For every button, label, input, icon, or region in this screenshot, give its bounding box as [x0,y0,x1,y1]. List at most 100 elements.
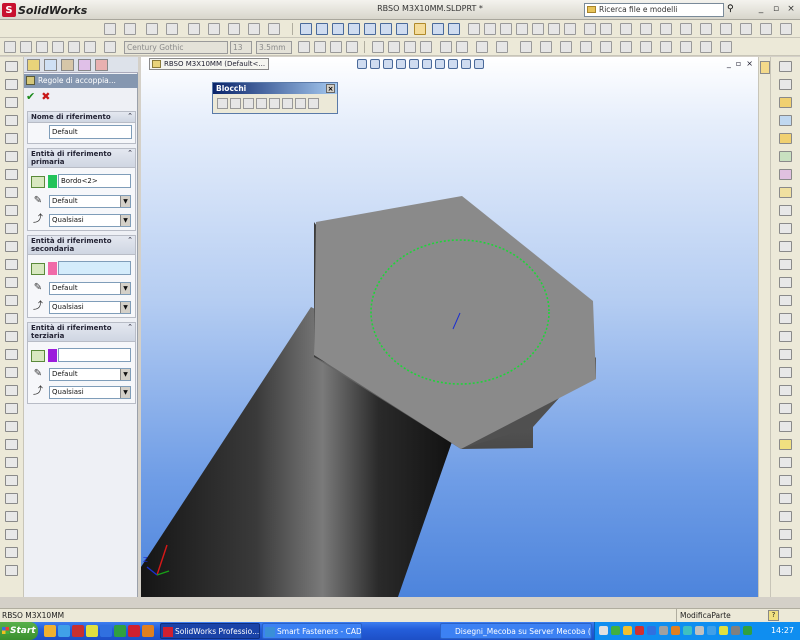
pan-icon[interactable] [332,23,344,35]
zoom-area-icon[interactable] [316,23,328,35]
quicklaunch-app-icon[interactable] [72,625,84,637]
open-file-icon[interactable] [124,23,136,35]
tool-icon-26[interactable] [779,511,792,522]
tray-icon-8[interactable] [683,626,692,635]
shaded-icon[interactable] [414,23,426,35]
fix-tool-icon[interactable] [5,457,18,468]
mirror-tool-icon[interactable] [5,331,18,342]
reference-name-input[interactable]: Default [49,125,132,139]
explode-block-icon[interactable] [295,98,306,109]
layer-icon[interactable] [4,41,16,53]
dropdown-arrow-icon[interactable]: ▼ [120,283,130,294]
pattern-icon[interactable] [700,23,712,35]
tool-icon-28[interactable] [779,547,792,558]
tool-icon-15[interactable] [779,313,792,324]
line-style-icon[interactable] [36,41,48,53]
tool-icon-10[interactable] [779,223,792,234]
task-smart-fasteners[interactable]: Smart Fasteners - CAD3... [262,623,362,639]
print-icon[interactable] [166,23,178,35]
tertiary-type-select[interactable]: Default ▼ [49,368,131,381]
quicklaunch-app2-icon[interactable] [86,625,98,637]
centerline-tool-icon[interactable] [5,223,18,234]
edit-block-icon[interactable] [230,98,241,109]
hide-edge-icon[interactable] [68,41,80,53]
axis-tool-icon[interactable] [5,547,18,558]
scene-icon[interactable] [461,59,471,69]
justify-icon[interactable] [420,41,432,53]
quicklaunch-excel-icon[interactable] [114,625,126,637]
select-icon[interactable] [228,23,240,35]
sketch-entity-icon[interactable] [779,79,792,90]
file-explorer-icon[interactable] [779,133,792,144]
font-size-select[interactable]: 13 [230,41,252,54]
view-front-icon[interactable] [348,23,360,35]
text-height-select[interactable]: 3.5mm [256,41,292,54]
mirror-icon[interactable] [680,23,692,35]
chamfer-tool-icon[interactable] [5,259,18,270]
blocks-close-button[interactable]: × [326,84,335,93]
centerline-icon[interactable] [640,41,652,53]
hole-callout-icon[interactable] [600,41,612,53]
new-file-icon[interactable] [104,23,116,35]
taskbar-clock[interactable]: 14:27 [771,622,794,640]
tray-icon-12[interactable] [731,626,740,635]
primary-constraint-select[interactable]: Qualsiasi ▼ [49,214,131,227]
help-button[interactable]: ? [768,610,779,621]
line-width-icon[interactable] [52,41,64,53]
collapse-chevron-icon[interactable]: ⌃ [127,149,133,157]
view-settings-icon[interactable] [474,59,484,69]
viewport-close-button[interactable]: × [746,59,753,68]
copy-tool-icon[interactable] [5,403,18,414]
tertiary-entity-input[interactable] [58,348,131,362]
rebuild-block-icon[interactable] [269,98,280,109]
tray-icon-1[interactable] [599,626,608,635]
zoom-fit-icon[interactable] [300,23,312,35]
more-tools-icon[interactable] [780,23,792,35]
bold-icon[interactable] [298,41,310,53]
rotate-tool-icon[interactable] [5,367,18,378]
ellipse-tool-icon[interactable] [5,169,18,180]
wireframe-icon[interactable] [432,23,444,35]
tool-icon-21[interactable] [779,421,792,432]
ok-button[interactable]: ✔ [26,90,35,104]
collapse-chevron-icon[interactable]: ⌃ [127,112,133,120]
belt-chain-icon[interactable] [308,98,319,109]
undo-icon[interactable] [188,23,200,35]
graphics-viewport[interactable]: RBSO M3X10MM (Default<... _ ▫ × Blocchi … [141,57,769,597]
appearance-icon[interactable] [448,59,458,69]
align-right-icon[interactable] [404,41,416,53]
configuration-manager-tab-icon[interactable] [61,59,74,71]
tool-icon-24[interactable] [779,475,792,486]
property-manager-tab-icon[interactable] [44,59,57,71]
block-icon[interactable] [680,41,692,53]
arc-tool-icon[interactable] [5,151,18,162]
tool-icon-14[interactable] [779,295,792,306]
tertiary-constraint-select[interactable]: Qualsiasi ▼ [49,386,131,399]
view-tool-icon[interactable] [779,61,792,72]
smart-dimension-icon[interactable] [5,61,18,72]
tool-icon-22[interactable] [779,439,792,450]
quicklaunch-folder-icon[interactable] [142,625,154,637]
point-tool-icon[interactable] [5,205,18,216]
save-block-icon[interactable] [282,98,293,109]
measure-tool-icon[interactable] [5,565,18,576]
repair-icon[interactable] [740,23,752,35]
tool-icon-16[interactable] [779,331,792,342]
task-pane-tab-icon[interactable] [760,61,770,74]
zoom-to-area-icon[interactable] [370,59,380,69]
color-display-icon[interactable] [84,41,96,53]
secondary-entity-input[interactable] [58,261,131,275]
custom-properties-icon[interactable] [779,205,792,216]
tool-icon-20[interactable] [779,403,792,414]
grid-icon[interactable] [760,23,772,35]
primary-type-select[interactable]: Default ▼ [49,195,131,208]
secondary-type-select[interactable]: Default ▼ [49,282,131,295]
save-icon[interactable] [146,23,158,35]
dimension-icon[interactable] [476,41,488,53]
tray-icon-10[interactable] [707,626,716,635]
block-tool-icon[interactable] [5,493,18,504]
tool-icon-12[interactable] [779,259,792,270]
revision-icon[interactable] [720,41,732,53]
bolt-model[interactable] [141,57,769,597]
design-library-icon[interactable] [779,115,792,126]
